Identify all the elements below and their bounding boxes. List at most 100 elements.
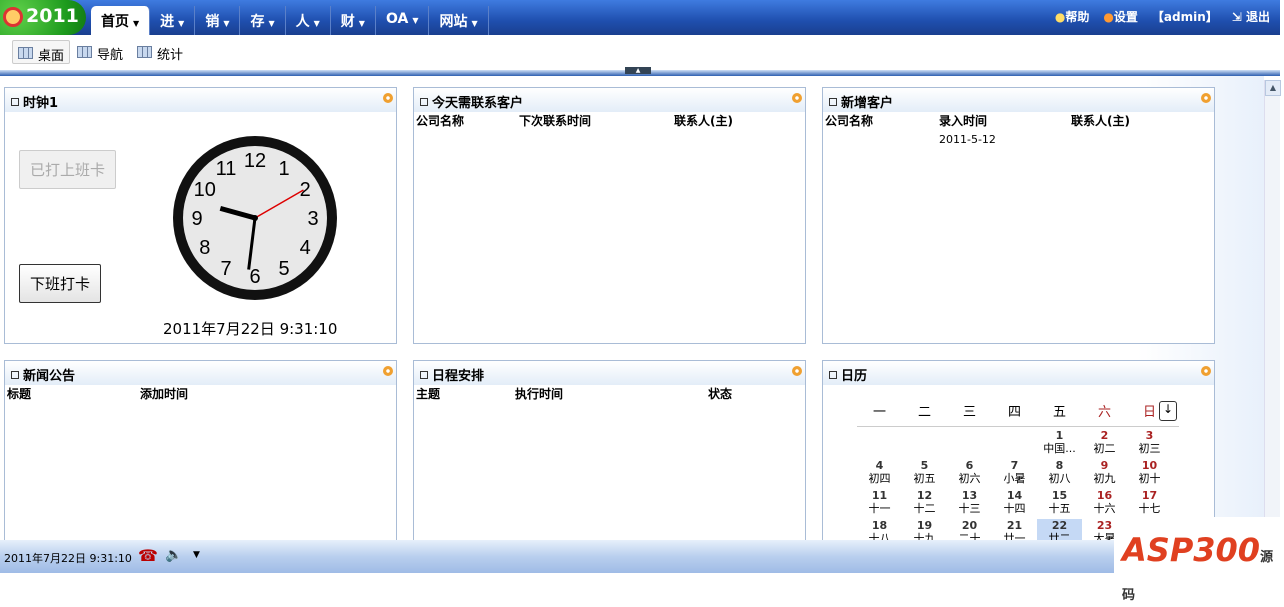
column-header: 状态 [708,387,733,401]
panel-title: 新增客户 [841,96,894,111]
lightbulb-icon: ● [1054,10,1066,24]
gear-icon[interactable] [383,93,393,103]
clock-numeral: 5 [278,258,289,280]
nav-label: 存 [250,14,265,30]
grid-icon [18,47,33,59]
calendar-day[interactable]: 16 十六 [1082,489,1127,519]
day-number: 19 [916,519,933,532]
nav-label: 销 [205,14,220,30]
nav-item-0[interactable]: 首页 ▼ [91,6,151,35]
collapse-icon[interactable] [829,98,837,106]
logout-link[interactable]: ⇲ 退出 [1232,8,1270,25]
nav-item-5[interactable]: 财 ▼ [331,6,376,35]
nav-label: 人 [295,14,310,30]
gear-icon[interactable] [383,366,393,376]
top-navbar: 2011 ▼ 首页▼进▼销▼存▼人▼财▼OA▼网站▼ ●帮助 ●设置 【admi… [0,0,1280,46]
collapse-toggle[interactable]: ▲ [625,67,651,74]
gear-icon[interactable] [792,93,802,103]
tab-statistics[interactable]: 统计 [132,40,188,64]
calendar-day[interactable]: 2 初二 [1082,429,1127,459]
arrow-down-icon[interactable]: ↓ [1159,401,1177,421]
calendar-day[interactable]: 1 中国... [1037,429,1082,459]
chevron-down-icon: ▼ [223,19,230,28]
chevron-down-icon: ▼ [471,19,478,28]
lunar-date: 十二 [913,502,936,515]
calendar-day [992,429,1037,459]
day-number: 18 [871,519,888,532]
calendar-day[interactable]: 11 十一 [857,489,902,519]
calendar-day[interactable]: 10 初十 [1127,459,1172,489]
logo-text: 2011 [26,5,79,27]
nav-item-7[interactable]: 网站 ▼ [429,6,489,35]
lunar-date: 初六 [958,472,981,485]
nav-item-1[interactable]: 进 ▼ [150,6,196,35]
calendar-day [902,429,947,459]
day-number: 5 [920,459,929,472]
app-logo[interactable]: 2011 ▼ [0,0,86,46]
column-header: 下次联系时间 [519,114,592,128]
gear-icon[interactable] [792,366,802,376]
collapse-icon[interactable] [11,371,19,379]
calendar-day[interactable]: 7 小暑 [992,459,1037,489]
help-link[interactable]: ●帮助 [1055,8,1090,25]
day-number: 7 [1010,459,1019,472]
calendar-day[interactable]: 22 廿二 [1037,519,1082,541]
column-header: 联系人(主) [1071,114,1130,128]
calendar-day[interactable]: 9 初九 [1082,459,1127,489]
collapse-icon[interactable] [420,371,428,379]
collapse-icon[interactable] [420,98,428,106]
nav-item-6[interactable]: OA ▼ [376,6,430,35]
column-header: 联系人(主) [674,114,733,128]
calendar-day[interactable]: 5 初五 [902,459,947,489]
nav-item-3[interactable]: 存 ▼ [240,6,286,35]
settings-link[interactable]: ●设置 [1103,8,1138,25]
calendar-day[interactable]: 6 初六 [947,459,992,489]
gear-icon[interactable] [1201,366,1211,376]
nav-item-2[interactable]: 销 ▼ [195,6,241,35]
calendar-day[interactable]: 3 初三 [1127,429,1172,459]
nav-label: OA [385,11,409,27]
nav-label: 进 [160,14,175,30]
calendar-day[interactable]: 8 初八 [1037,459,1082,489]
calendar-day[interactable]: 4 初四 [857,459,902,489]
calendar-day[interactable]: 20 二十 [947,519,992,541]
check-out-button[interactable]: 下班打卡 [19,264,102,303]
day-number: 16 [1096,489,1113,502]
lunar-date: 十一 [868,502,891,515]
lunar-date: 十六 [1093,502,1116,515]
phone-icon[interactable]: ☎ [138,546,158,565]
scrollbar[interactable]: ▲ [1264,80,1281,540]
lunar-date: 初四 [868,472,891,485]
weekday-label: 六 [1097,405,1111,420]
weekday-label: 五 [1052,405,1066,420]
lunar-date: 初二 [1093,442,1116,455]
day-number: 11 [871,489,888,502]
collapse-icon[interactable] [829,371,837,379]
calendar-day[interactable]: 17 十七 [1127,489,1172,519]
calendar-day[interactable]: 18 十八 [857,519,902,541]
scroll-up-icon[interactable]: ▲ [1265,80,1281,96]
entry-date: 2011-5-12 [939,133,996,146]
speaker-icon[interactable]: 🔈 [165,547,182,563]
gear-icon[interactable] [1201,93,1211,103]
weekday-label: 三 [962,405,976,420]
column-header: 添加时间 [140,387,189,401]
collapse-icon[interactable] [11,98,19,106]
contacts-panel: 今天需联系客户 公司名称 下次联系时间 联系人(主) [413,87,806,344]
calendar-day[interactable]: 13 十三 [947,489,992,519]
chevron-down-icon[interactable]: ▼ [193,550,200,560]
tab-navigation[interactable]: 导航 [72,40,128,64]
day-number: 4 [875,459,884,472]
column-header: 执行时间 [515,387,564,401]
calendar-day[interactable]: 19 十九 [902,519,947,541]
nav-item-4[interactable]: 人 ▼ [286,6,331,35]
nav-label: 网站 [439,14,468,30]
calendar-day[interactable]: 15 十五 [1037,489,1082,519]
table-row[interactable]: 2011-5-12 [823,129,1214,146]
calendar-day[interactable]: 12 十二 [902,489,947,519]
tab-desktop[interactable]: 桌面 [12,40,71,64]
logout-label: 退出 [1245,10,1270,24]
calendar-day[interactable]: 21 廿一 [992,519,1037,541]
day-number: 13 [961,489,978,502]
calendar-day[interactable]: 14 十四 [992,489,1037,519]
